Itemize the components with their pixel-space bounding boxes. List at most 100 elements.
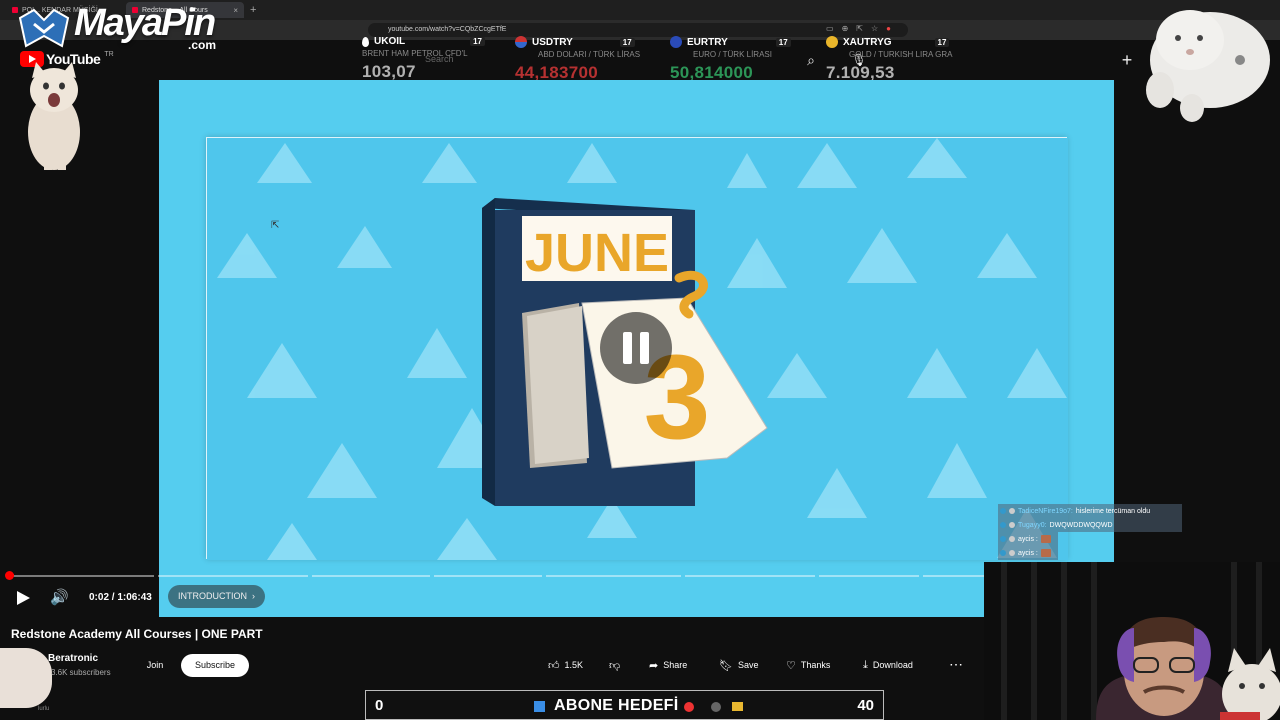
chat-badge-icon bbox=[1009, 522, 1015, 528]
ticker-ukoil: UKOIL 17 BRENT HAM PETROL CFD'L 103,07 bbox=[362, 36, 486, 82]
us-flag-icon bbox=[515, 36, 527, 48]
chapter-segment[interactable] bbox=[158, 575, 308, 577]
download-label: Download bbox=[872, 660, 913, 670]
webcam-overlay bbox=[984, 562, 1280, 720]
subscriber-goal-bar: 0 ABONE HEDEFİ 40 bbox=[365, 690, 884, 720]
cat-sticker-right bbox=[1146, 10, 1270, 122]
chat-username: Tugayy0: bbox=[1018, 521, 1047, 529]
chat-badge-icon bbox=[1009, 536, 1015, 542]
ticker-name: BRENT HAM PETROL CFD'L bbox=[362, 49, 468, 58]
new-tab-button[interactable]: + bbox=[250, 4, 256, 16]
bookmark-icon: 🔖︎ bbox=[719, 659, 733, 672]
chat-overlay: TadiceNFire19o7: hislerime tercüman oldu… bbox=[998, 504, 1182, 560]
chapter-segment[interactable] bbox=[685, 575, 815, 577]
sponsor-logo: MayaPin .com bbox=[16, 2, 228, 52]
ticker-eurtry: EURTRY 17 EURO / TÜRK LİRASI 50,814000 bbox=[670, 36, 791, 83]
thumbs-up-icon: 👍︎ bbox=[548, 659, 560, 672]
chat-badge-icon bbox=[1000, 536, 1006, 542]
chat-username: aycis : bbox=[1018, 549, 1038, 557]
chat-badge-icon bbox=[1000, 522, 1006, 528]
chat-message: aycis : bbox=[998, 532, 1058, 546]
download-icon: ⤓ bbox=[863, 658, 868, 671]
chapter-button[interactable]: INTRODUCTION › bbox=[168, 585, 265, 608]
thumbs-down-icon: 👎︎ bbox=[609, 659, 621, 672]
goal-current: 0 bbox=[375, 697, 384, 714]
chat-text: DWQWDDWQQWD bbox=[1049, 521, 1113, 529]
chapter-title: INTRODUCTION bbox=[178, 591, 247, 601]
calendar-month: JUNE bbox=[525, 223, 669, 283]
chapter-segment[interactable] bbox=[14, 575, 154, 577]
join-button[interactable]: Join bbox=[141, 654, 169, 676]
play-button[interactable] bbox=[14, 589, 32, 607]
chat-message: Tugayy0: DWQWDDWQQWD bbox=[998, 518, 1182, 532]
chat-text: hislerime tercüman oldu bbox=[1075, 507, 1151, 515]
time-display: 0:02 / 1:06:43 bbox=[89, 592, 152, 603]
ticker-usdtry: USDTRY 17 ABD DOLARI / TÜRK LİRAS 44,183… bbox=[515, 36, 640, 83]
share-page-icon[interactable]: ⇱ bbox=[856, 24, 863, 33]
chat-message: aycis : bbox=[998, 546, 1058, 560]
tradingview-icon: 17 bbox=[470, 37, 486, 46]
video-player[interactable]: JUNE 3 ⇱ bbox=[159, 80, 1114, 617]
chapter-segment[interactable] bbox=[546, 575, 681, 577]
gold-icon bbox=[826, 36, 838, 48]
ticker-symbol: USDTRY bbox=[532, 36, 573, 48]
chapter-segment[interactable] bbox=[434, 575, 542, 577]
ticker-symbol: EURTRY bbox=[687, 36, 728, 48]
chat-badge-icon bbox=[1000, 508, 1006, 514]
share-button[interactable]: ➦ Share bbox=[649, 655, 687, 675]
pause-button-overlay[interactable] bbox=[600, 312, 672, 384]
bookmark-star-icon[interactable]: ☆ bbox=[871, 24, 878, 33]
webcam-feed bbox=[984, 562, 1280, 720]
ticker-xautryg: XAUTRYG 17 GOLD / TURKISH LIRA GRA 7.109… bbox=[826, 36, 952, 83]
close-tab-icon[interactable]: × bbox=[233, 6, 238, 15]
channel-name[interactable]: Beratronic bbox=[48, 653, 98, 664]
chat-badge-icon bbox=[1009, 550, 1015, 556]
ticker-name: GOLD / TURKISH LIRA GRA bbox=[849, 50, 953, 59]
subscribe-button[interactable]: Subscribe bbox=[181, 654, 249, 677]
sponsor-mark-icon bbox=[18, 8, 70, 48]
footnote-text: lurlu bbox=[38, 706, 50, 712]
chapter-segment[interactable] bbox=[819, 575, 919, 577]
chat-emote-icon bbox=[1040, 549, 1051, 557]
like-button[interactable]: 👍︎ 1.5K bbox=[548, 655, 583, 675]
save-button[interactable]: 🔖︎ Save bbox=[719, 655, 758, 675]
address-bar-url: youtube.com/watch?v=CQbZCcgETfE bbox=[388, 26, 507, 33]
chapter-segment[interactable] bbox=[312, 575, 430, 577]
progress-bar[interactable] bbox=[0, 571, 1000, 580]
zoom-icon[interactable]: ⊕ bbox=[842, 24, 849, 33]
ticker-name: ABD DOLARI / TÜRK LİRAS bbox=[538, 50, 641, 59]
more-actions-icon[interactable]: ⋯ bbox=[946, 655, 966, 675]
volume-icon[interactable]: 🔊 bbox=[50, 588, 69, 606]
cat-sticker-left bbox=[28, 62, 80, 170]
subscriber-count: 3.6K subscribers bbox=[51, 668, 111, 677]
ticker-symbol: UKOIL bbox=[374, 36, 406, 47]
tradingview-icon: 17 bbox=[619, 37, 635, 47]
screen: POI... KENDAR MÜSİĞİ - Redstone... All C… bbox=[0, 0, 1280, 720]
chat-username: TadiceNFire19o7: bbox=[1018, 507, 1073, 515]
goal-target: 40 bbox=[857, 697, 874, 714]
share-label: Share bbox=[663, 660, 688, 670]
mouse-cursor-icon: ⇱ bbox=[271, 220, 280, 231]
tradingview-icon: 17 bbox=[775, 37, 791, 47]
share-icon: ➦ bbox=[649, 659, 659, 672]
eu-flag-icon bbox=[670, 36, 682, 48]
scrubber-handle[interactable] bbox=[5, 571, 14, 580]
tradingview-icon: 17 bbox=[934, 37, 950, 47]
extension-icon[interactable]: ● bbox=[886, 24, 891, 33]
chat-badge-icon bbox=[1000, 550, 1006, 556]
save-label: Save bbox=[737, 660, 759, 670]
download-button[interactable]: ⤓ Download bbox=[863, 655, 913, 675]
sponsor-domain: .com bbox=[188, 38, 217, 52]
video-title: Redstone Academy All Courses | ONE PART bbox=[11, 627, 263, 641]
cast-icon[interactable]: ▭ bbox=[826, 24, 834, 33]
channel-avatar[interactable] bbox=[0, 648, 52, 708]
goal-title: ABONE HEDEFİ bbox=[554, 697, 679, 714]
dislike-button[interactable]: 👎︎ bbox=[609, 655, 620, 675]
thanks-label: Thanks bbox=[800, 660, 831, 670]
oil-drop-icon bbox=[362, 36, 369, 47]
thanks-button[interactable]: ♡ Thanks bbox=[786, 655, 830, 675]
chevron-right-icon: › bbox=[252, 591, 255, 601]
like-count: 1.5K bbox=[564, 660, 584, 670]
search-icon[interactable]: ⌕ bbox=[800, 49, 822, 71]
ticker-name: EURO / TÜRK LİRASI bbox=[693, 50, 772, 59]
